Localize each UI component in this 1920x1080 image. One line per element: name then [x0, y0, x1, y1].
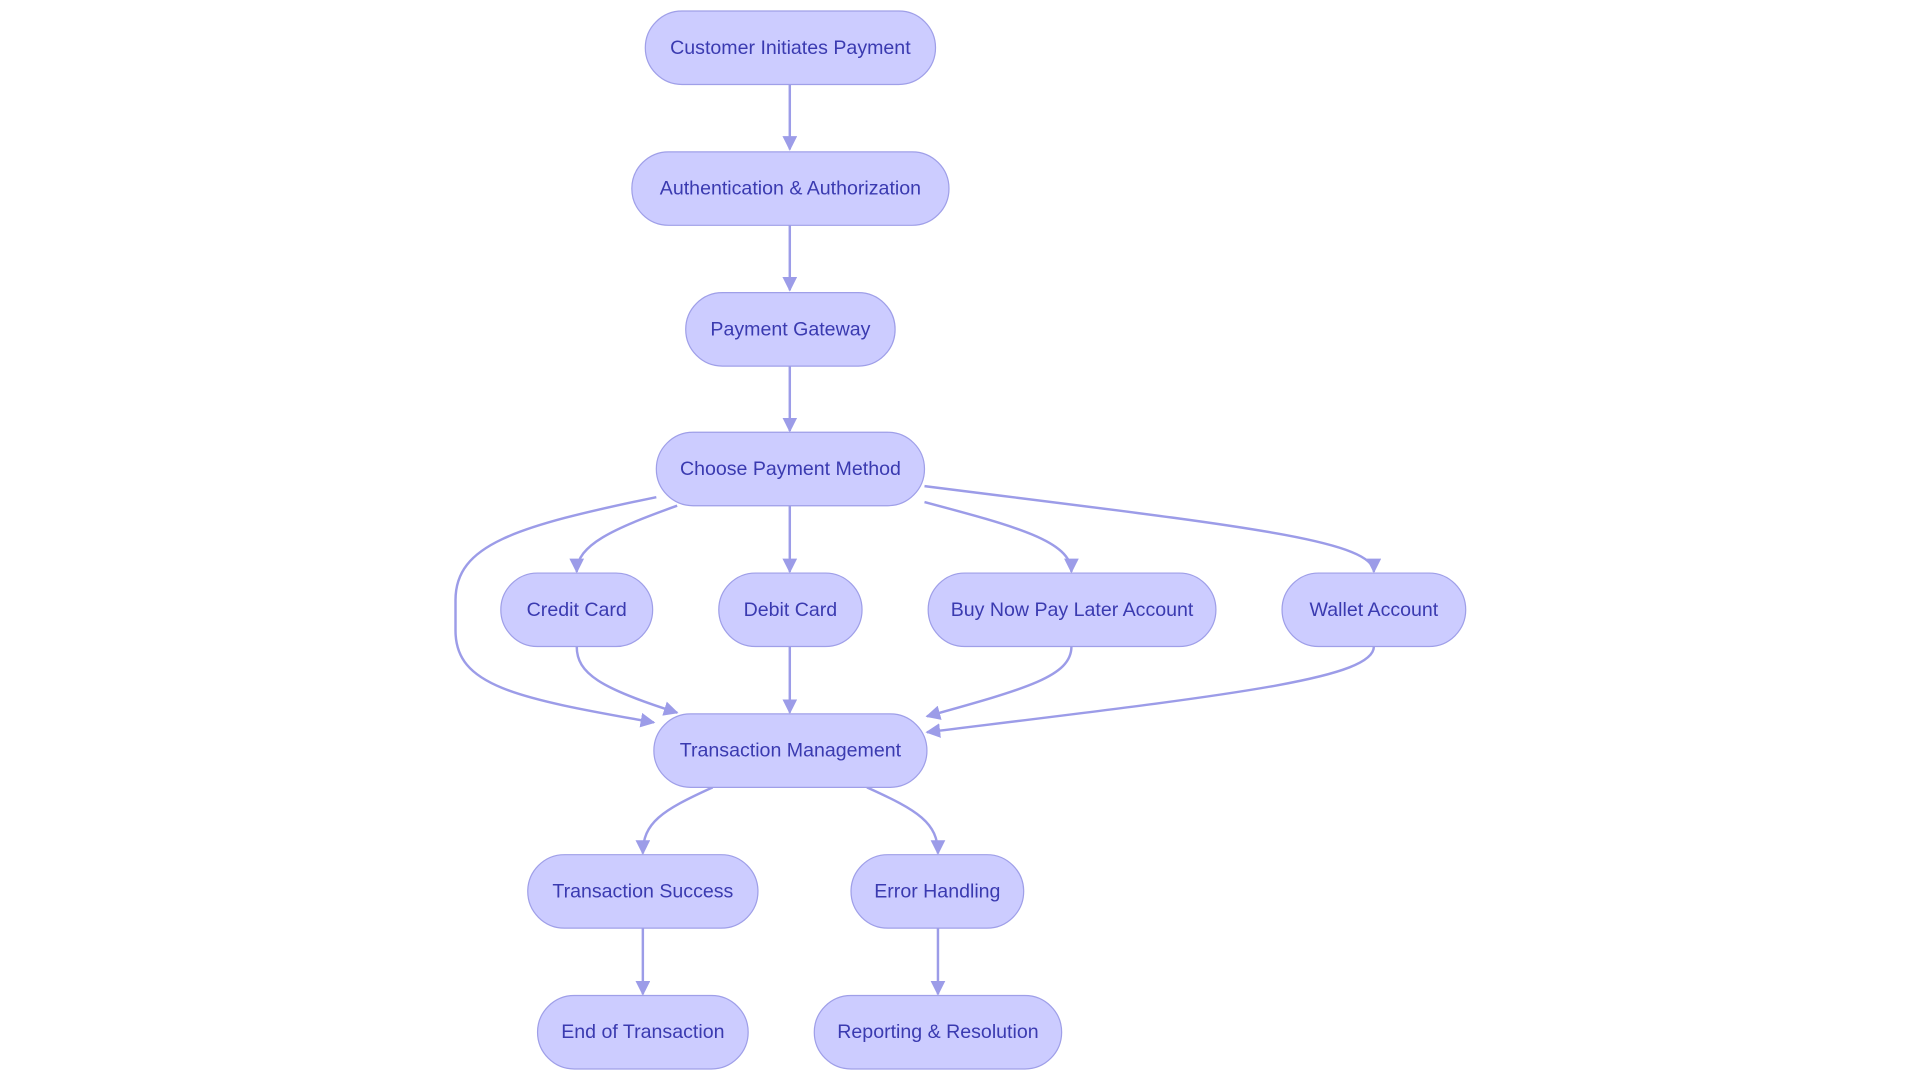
node-label: End of Transaction	[561, 1021, 724, 1043]
node-label: Debit Card	[744, 599, 838, 621]
node-label: Reporting & Resolution	[837, 1021, 1038, 1043]
node-label: Authentication & Authorization	[660, 178, 921, 200]
node-end-of-transaction[interactable]: End of Transaction	[536, 994, 749, 1070]
edge-choose-wallet	[924, 484, 1382, 574]
node-wallet-account[interactable]: Wallet Account	[1281, 572, 1467, 648]
node-transaction-success[interactable]: Transaction Success	[527, 854, 759, 929]
edge-choose-bnpl	[924, 500, 1079, 574]
node-label: Choose Payment Method	[680, 458, 901, 480]
node-label: Transaction Management	[680, 740, 902, 762]
node-error-handling[interactable]: Error Handling	[850, 854, 1025, 929]
node-transaction-management[interactable]: Transaction Management	[653, 713, 928, 788]
nodes: Customer Initiates Payment Authenticatio…	[500, 10, 1467, 1070]
node-authentication[interactable]: Authentication & Authorization	[631, 151, 950, 226]
edge-bnpl-txn	[925, 646, 1073, 720]
node-label: Customer Initiates Payment	[670, 37, 911, 59]
flowchart: Customer Initiates Payment Authenticatio…	[454, 10, 1467, 1070]
node-label: Buy Now Pay Later Account	[951, 599, 1194, 621]
node-debit-card[interactable]: Debit Card	[718, 572, 863, 648]
node-label: Transaction Success	[552, 880, 733, 902]
edge-choose-credit	[569, 504, 678, 574]
node-label: Wallet Account	[1309, 599, 1438, 621]
node-choose-payment-method[interactable]: Choose Payment Method	[655, 431, 926, 507]
node-customer-initiates-payment[interactable]: Customer Initiates Payment	[644, 10, 937, 86]
node-reporting-resolution[interactable]: Reporting & Resolution	[813, 994, 1063, 1070]
edge-wallet-txn	[925, 646, 1376, 738]
edge-credit-txn	[575, 646, 679, 716]
edge-txn-success	[635, 786, 714, 855]
node-bnpl-account[interactable]: Buy Now Pay Later Account	[927, 572, 1217, 648]
node-payment-gateway[interactable]: Payment Gateway	[685, 292, 896, 367]
node-label: Error Handling	[874, 880, 1000, 902]
node-label: Payment Gateway	[710, 318, 870, 340]
node-credit-card[interactable]: Credit Card	[500, 572, 654, 648]
edge-txn-error	[866, 786, 946, 855]
node-label: Credit Card	[527, 599, 627, 621]
